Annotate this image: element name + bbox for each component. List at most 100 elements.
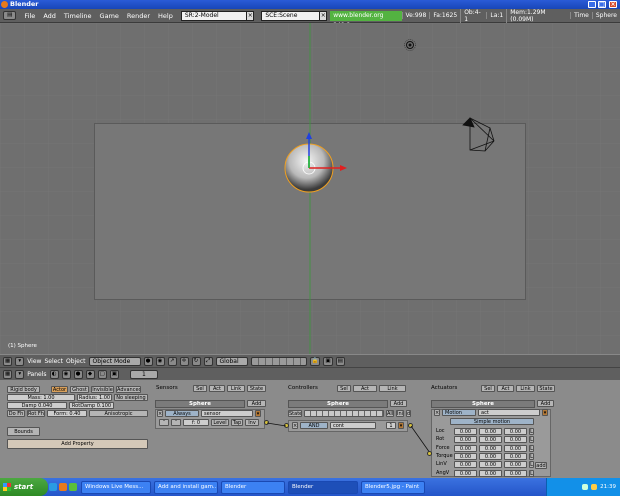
motion-value-field[interactable]: 0.00 bbox=[479, 469, 502, 477]
buttons-collapse-icon[interactable]: ▾ bbox=[15, 369, 25, 379]
actor-toggle[interactable]: Actor bbox=[51, 386, 68, 393]
menu-view[interactable]: View bbox=[27, 358, 41, 365]
motion-value-field[interactable]: 0.00 bbox=[504, 436, 527, 444]
volume-tray-icon[interactable] bbox=[591, 483, 598, 490]
maximize-icon[interactable]: □ bbox=[598, 1, 606, 8]
motion-value-field[interactable]: 0.00 bbox=[504, 452, 527, 460]
task-messenger[interactable]: Windows Live Mess... bbox=[81, 480, 151, 494]
network-tray-icon[interactable] bbox=[581, 483, 588, 490]
motion-value-field[interactable]: 0.00 bbox=[454, 469, 477, 477]
actuator-in-socket[interactable] bbox=[427, 451, 432, 456]
menu-timeline[interactable]: Timeline bbox=[60, 12, 96, 20]
mass-field[interactable]: Mass: 1.00 bbox=[7, 394, 75, 401]
sensor-type-select[interactable]: Always bbox=[165, 410, 199, 417]
actuator-name-field[interactable]: act bbox=[478, 409, 540, 416]
rot-fh-toggle[interactable]: Rot Fh bbox=[27, 410, 45, 417]
motion-local-toggle[interactable]: L bbox=[529, 452, 534, 460]
controller-state-buttons[interactable] bbox=[304, 410, 384, 417]
sensor-delete-icon[interactable]: × bbox=[157, 410, 163, 417]
add-property-button[interactable]: Add Property bbox=[7, 439, 148, 449]
controller-ini-toggle[interactable]: Ini bbox=[396, 410, 404, 417]
motion-value-field[interactable]: 0.00 bbox=[504, 469, 527, 477]
editing-context-icon[interactable]: ▢ bbox=[97, 369, 107, 379]
controller-in-socket[interactable] bbox=[284, 423, 289, 428]
panels-menu[interactable]: Panels bbox=[27, 371, 46, 378]
radius-field[interactable]: Radius: 1.00 bbox=[77, 394, 112, 401]
motion-value-field[interactable]: 0.00 bbox=[454, 452, 477, 460]
controllers-sel-toggle[interactable]: Sel bbox=[337, 385, 351, 392]
motion-value-field[interactable]: 0.00 bbox=[479, 461, 502, 469]
blender-url[interactable]: www.blender.org 249.2 bbox=[330, 10, 402, 29]
rotdamp-field[interactable]: RotDamp 0.100 bbox=[69, 402, 114, 409]
controller-out-socket[interactable] bbox=[408, 423, 413, 428]
render-icon[interactable]: ▣ bbox=[323, 356, 333, 366]
scale-icon[interactable]: ⤢ bbox=[203, 356, 213, 366]
scene-close-icon[interactable]: × bbox=[319, 10, 328, 21]
mode-select[interactable]: Object Mode bbox=[88, 356, 141, 366]
motion-local-toggle[interactable]: L bbox=[529, 461, 534, 469]
editor-type-icon[interactable]: ▦ bbox=[3, 356, 13, 366]
minimize-icon[interactable]: _ bbox=[588, 1, 596, 8]
task-blender-1[interactable]: Blender bbox=[221, 480, 285, 494]
script-context-icon[interactable]: ◉ bbox=[61, 369, 71, 379]
ie-quicklaunch-icon[interactable] bbox=[49, 483, 57, 491]
screen-close-icon[interactable]: × bbox=[246, 10, 255, 21]
layer-buttons[interactable] bbox=[250, 356, 307, 366]
menu-help[interactable]: Help bbox=[154, 12, 177, 20]
logic-context-icon[interactable]: ◐ bbox=[49, 369, 59, 379]
rigid-body-select[interactable]: Rigid body bbox=[7, 386, 40, 393]
buttons-editor-type-icon[interactable]: ▦ bbox=[3, 369, 13, 379]
scene-select-field[interactable]: SCE:Scene × bbox=[261, 10, 328, 21]
sensor-pulse-down-icon[interactable]: ˅ bbox=[171, 419, 181, 426]
menu-add[interactable]: Add bbox=[39, 12, 60, 20]
actuators-state-toggle[interactable]: State bbox=[537, 385, 555, 392]
3d-viewport[interactable] bbox=[0, 23, 620, 354]
sensors-act-toggle[interactable]: Act bbox=[209, 385, 225, 392]
controller-all-toggle[interactable]: All bbox=[386, 410, 394, 417]
task-paint[interactable]: Blender5.jpg - Paint bbox=[361, 480, 425, 494]
controller-name-field[interactable]: cont bbox=[330, 422, 376, 429]
controller-expand-icon[interactable]: ▾ bbox=[398, 422, 404, 429]
bounds-toggle[interactable]: Bounds bbox=[7, 427, 40, 436]
window-type-icon[interactable]: ▤ bbox=[3, 11, 17, 20]
sensor-frequency-field[interactable]: f: 0 bbox=[183, 419, 209, 426]
actuator-delete-icon[interactable]: × bbox=[434, 409, 440, 416]
controllers-act-toggle[interactable]: Act bbox=[353, 385, 377, 392]
motion-value-field[interactable]: 0.00 bbox=[504, 428, 527, 435]
menu-object[interactable]: Object bbox=[66, 358, 86, 365]
sensor-level-toggle[interactable]: Level bbox=[211, 419, 229, 426]
controllers-add-button[interactable]: Add bbox=[390, 400, 407, 407]
motion-value-field[interactable]: 0.00 bbox=[454, 428, 477, 435]
controller-type-select[interactable]: AND bbox=[300, 422, 328, 429]
task-browser[interactable]: Add and install gam... bbox=[154, 480, 218, 494]
collapse-menu-icon[interactable]: ▾ bbox=[15, 356, 25, 366]
controller-state-number[interactable]: 1 bbox=[386, 422, 396, 429]
lock-icon[interactable]: 🔒 bbox=[309, 356, 321, 366]
sensor-name-field[interactable]: sensor bbox=[201, 410, 253, 417]
sensors-sel-toggle[interactable]: Sel bbox=[193, 385, 207, 392]
actuators-link-toggle[interactable]: Link bbox=[516, 385, 535, 392]
actuators-sel-toggle[interactable]: Sel bbox=[481, 385, 495, 392]
controllers-link-toggle[interactable]: Link bbox=[379, 385, 406, 392]
menu-game[interactable]: Game bbox=[96, 12, 123, 20]
opengl-render-icon[interactable]: ▤ bbox=[335, 356, 345, 366]
object-context-icon[interactable]: ◆ bbox=[85, 369, 95, 379]
translate-icon[interactable]: ✛ bbox=[179, 356, 189, 366]
do-fh-toggle[interactable]: Do Fh bbox=[7, 410, 25, 417]
menu-select[interactable]: Select bbox=[44, 358, 63, 365]
sensors-link-toggle[interactable]: Link bbox=[227, 385, 245, 392]
draw-type-icon[interactable]: ● bbox=[143, 356, 153, 366]
motion-value-field[interactable]: 0.00 bbox=[454, 461, 477, 469]
controller-delete-icon[interactable]: × bbox=[292, 422, 298, 429]
no-sleeping-toggle[interactable]: No sleeping bbox=[114, 394, 148, 401]
menu-render[interactable]: Render bbox=[123, 12, 154, 20]
screen-select-field[interactable]: SR:2-Model × bbox=[180, 10, 255, 21]
motion-value-field[interactable]: 0.00 bbox=[479, 444, 502, 452]
pivot-icon[interactable]: ◉ bbox=[155, 356, 165, 366]
manipulator-toggle-icon[interactable]: ↗ bbox=[167, 356, 177, 366]
motion-value-field[interactable]: 0.00 bbox=[479, 436, 502, 444]
motion-value-field[interactable]: 0.00 bbox=[479, 452, 502, 460]
sensor-expand-icon[interactable]: ▾ bbox=[255, 410, 261, 417]
damp-field[interactable]: Damp 0.040 bbox=[7, 402, 67, 409]
linv-add-toggle[interactable]: add bbox=[535, 462, 547, 469]
